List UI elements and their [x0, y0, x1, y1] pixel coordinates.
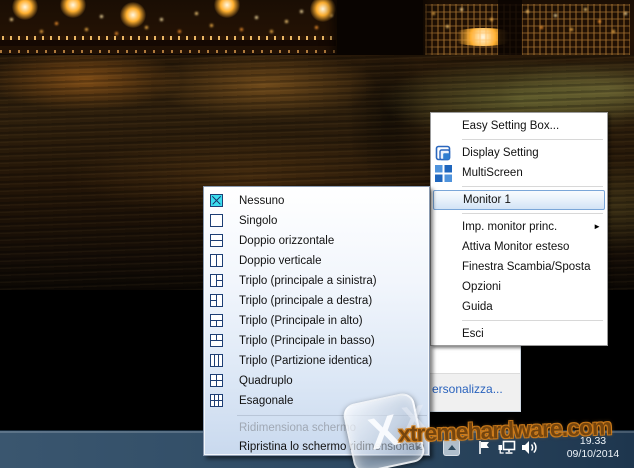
multiscreen-icon: [434, 164, 452, 182]
tray-menu-item-label: Easy Setting Box...: [462, 120, 559, 132]
tray-menu-item-guida[interactable]: Guida: [431, 297, 607, 317]
clock-date: 09/10/2014: [556, 448, 630, 461]
tray-menu-item-opzioni[interactable]: Opzioni: [431, 277, 607, 297]
tray-menu-item-finestra-scambia-sposta[interactable]: Finestra Scambia/Sposta: [431, 257, 607, 277]
tray-menu-item-esci[interactable]: Esci: [431, 324, 607, 344]
wallpaper-dark-gap: [498, 0, 522, 58]
tray-menu-separator: [462, 139, 603, 140]
layout-submenu-item-label: Ridimensiona schermo: [239, 422, 356, 434]
layout-submenu-item-doppio-verticale[interactable]: Doppio verticale: [204, 251, 429, 271]
tray-menu-item-label: Esci: [462, 328, 484, 340]
layout-submenu-item-label: Triplo (principale a destra): [239, 295, 372, 307]
layout-quad-icon: [210, 374, 223, 387]
tray-menu-separator: [462, 213, 603, 214]
tray-menu-item-label: Attiva Monitor esteso: [462, 241, 569, 253]
tray-menu-item-label: Display Setting: [462, 147, 539, 159]
layout-submenu-item-triplo-principale-sinistra[interactable]: Triplo (principale a sinistra): [204, 271, 429, 291]
wallpaper-building-windows: [425, 4, 630, 56]
tray-menu-item-label: Finestra Scambia/Sposta: [462, 261, 590, 273]
tray-menu-item-attiva-monitor-esteso[interactable]: Attiva Monitor esteso: [431, 237, 607, 257]
layout-three-main-right-icon: [210, 294, 223, 307]
layout-submenu-item-triplo-principale-alto[interactable]: Triplo (Principale in alto): [204, 311, 429, 331]
wallpaper-light-row: [0, 50, 340, 53]
layout-submenu-item-label: Triplo (principale a sinistra): [239, 275, 377, 287]
layout-three-main-left-icon: [210, 274, 223, 287]
layout-submenu-item-label: Triplo (Partizione identica): [239, 355, 372, 367]
layout-none-icon: [210, 194, 223, 207]
layout-submenu-item-triplo-principale-destra[interactable]: Triplo (principale a destra): [204, 291, 429, 311]
tray-menu-item-display-setting[interactable]: Display Setting: [431, 143, 607, 163]
tray-menu-separator: [462, 186, 603, 187]
tray-menu-item-monitor-1[interactable]: Monitor 1: [433, 190, 605, 210]
layout-submenu-item-label: Triplo (Principale in alto): [239, 315, 363, 327]
layout-three-main-bottom-icon: [210, 334, 223, 347]
layout-two-vertical-icon: [210, 254, 223, 267]
layout-hex-icon: [210, 394, 223, 407]
layout-submenu-item-quadruplo[interactable]: Quadruplo: [204, 371, 429, 391]
tray-menu-item-label: MultiScreen: [462, 167, 523, 179]
layout-submenu-item-label: Triplo (Principale in basso): [239, 335, 375, 347]
tray-menu-separator: [462, 320, 603, 321]
layout-submenu-item-triplo-principale-basso[interactable]: Triplo (Principale in basso): [204, 331, 429, 351]
layout-submenu-item-label: Doppio orizzontale: [239, 235, 334, 247]
layout-submenu-item-label: Esagonale: [239, 395, 293, 407]
layout-single-icon: [210, 214, 223, 227]
wallpaper-bridge-deck: [0, 40, 336, 46]
tray-menu-item-label: Guida: [462, 301, 493, 313]
layout-three-equal-icon: [210, 354, 223, 367]
layout-submenu-item-label: Nessuno: [239, 195, 284, 207]
layout-submenu-item-singolo[interactable]: Singolo: [204, 211, 429, 231]
layout-submenu-item-doppio-orizzontale[interactable]: Doppio orizzontale: [204, 231, 429, 251]
layout-submenu-item-label: Singolo: [239, 215, 277, 227]
tray-menu-item-easy-setting-box[interactable]: Easy Setting Box...: [431, 116, 607, 136]
tray-menu-item-label: Monitor 1: [463, 194, 511, 206]
layout-two-horizontal-icon: [210, 234, 223, 247]
layout-submenu-item-nessuno[interactable]: Nessuno: [204, 191, 429, 211]
layout-submenu-item-label: Doppio verticale: [239, 255, 321, 267]
tray-context-menu: Easy Setting Box... Display Setting MultiS…: [430, 112, 608, 346]
layout-submenu-item-triplo-partizione-identica[interactable]: Triplo (Partizione identica): [204, 351, 429, 371]
layout-three-main-top-icon: [210, 314, 223, 327]
tray-menu-item-label: Imp. monitor princ.: [462, 221, 557, 233]
layout-submenu-item-label: Quadruplo: [239, 375, 293, 387]
tray-flyout-footer: ersonalizza...: [430, 373, 520, 411]
personalizza-link[interactable]: ersonalizza...: [432, 382, 503, 396]
tray-menu-item-multiscreen[interactable]: MultiScreen: [431, 163, 607, 183]
wallpaper-light-glow: [120, 2, 146, 28]
desktop-screen: 19.33 09/10/2014 ersonalizza... Easy Set…: [0, 0, 634, 468]
display-setting-icon: [434, 144, 452, 162]
tray-flyout: ersonalizza...: [429, 345, 521, 412]
tray-menu-item-imp-monitor-princ[interactable]: Imp. monitor princ. ►: [431, 217, 607, 237]
tray-menu-item-label: Opzioni: [462, 281, 501, 293]
submenu-arrow-icon: ►: [593, 217, 601, 237]
wallpaper-city-lights: [0, 0, 3, 3]
